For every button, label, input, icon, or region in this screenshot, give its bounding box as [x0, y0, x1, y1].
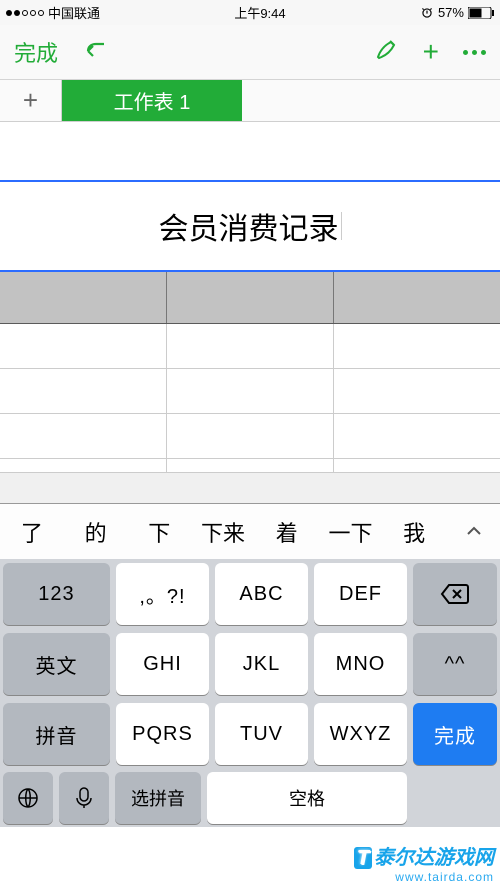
alarm-icon [420, 6, 434, 20]
key-english[interactable]: 英文 [3, 633, 110, 695]
key-wxyz[interactable]: WXYZ [314, 703, 407, 765]
keyboard-gap [0, 473, 500, 503]
ime-candidate[interactable]: 下 [127, 516, 191, 548]
table-row[interactable] [0, 324, 500, 369]
key-done[interactable]: 完成 [413, 703, 497, 765]
table-header-cell[interactable] [167, 272, 334, 323]
add-button[interactable]: + [423, 36, 439, 68]
key-caret[interactable]: ^^ [413, 633, 497, 695]
draw-tool-icon[interactable] [373, 37, 399, 68]
ime-expand-icon[interactable] [446, 504, 500, 559]
key-abc[interactable]: ABC [215, 563, 308, 625]
key-ghi[interactable]: GHI [116, 633, 209, 695]
carrier-label: 中国联通 [48, 3, 100, 22]
watermark-title: T泰尔达游戏网 [354, 841, 494, 870]
table-row[interactable] [0, 369, 500, 414]
undo-icon[interactable] [82, 37, 110, 68]
key-choose-pinyin[interactable]: 选拼音 [115, 772, 201, 824]
key-backspace-icon[interactable] [413, 563, 497, 625]
key-jkl[interactable]: JKL [215, 633, 308, 695]
ime-candidate-bar: 了 的 下 下来 着 一下 我 [0, 503, 500, 559]
sheet-tab-1[interactable]: 工作表 1 [62, 80, 242, 121]
add-sheet-button[interactable]: + [0, 80, 62, 121]
spreadsheet-area[interactable]: 会员消费记录 [0, 122, 500, 473]
key-space[interactable]: 空格 [207, 772, 407, 824]
ime-candidate[interactable]: 着 [255, 516, 319, 548]
signal-dots-icon [6, 10, 44, 16]
status-bar: 中国联通 上午9:44 57% [0, 0, 500, 25]
watermark-url: www.tairda.com [354, 870, 494, 884]
title-cell-text: 会员消费记录 [159, 204, 339, 248]
table-header-cell[interactable] [0, 272, 167, 323]
table-header-cell[interactable] [334, 272, 500, 323]
key-123[interactable]: 123 [3, 563, 110, 625]
key-pqrs[interactable]: PQRS [116, 703, 209, 765]
title-cell[interactable]: 会员消费记录 [0, 182, 500, 272]
ime-candidate[interactable]: 一下 [319, 516, 383, 548]
key-globe-icon[interactable] [3, 772, 53, 824]
table-header-row[interactable] [0, 272, 500, 324]
key-def[interactable]: DEF [314, 563, 407, 625]
keyboard: 123 ,。?! ABC DEF 英文 GHI JKL MNO 拼音 PQRS … [0, 559, 500, 827]
watermark: T泰尔达游戏网 www.tairda.com [354, 841, 494, 884]
ime-candidate[interactable]: 了 [0, 516, 64, 548]
more-menu-icon[interactable] [463, 50, 486, 55]
key-mno[interactable]: MNO [314, 633, 407, 695]
ime-candidate[interactable]: 下来 [191, 516, 255, 548]
document-toolbar: 完成 + [0, 25, 500, 80]
battery-pct-label: 57% [438, 5, 464, 20]
key-mic-icon[interactable] [59, 772, 109, 824]
table-row[interactable] [0, 414, 500, 459]
key-pinyin[interactable]: 拼音 [3, 703, 110, 765]
key-tuv[interactable]: TUV [215, 703, 308, 765]
ime-candidate[interactable]: 我 [382, 516, 446, 548]
battery-icon [468, 7, 494, 19]
sheet-tab-bar: + 工作表 1 [0, 80, 500, 122]
table-row[interactable] [0, 459, 500, 473]
ime-candidate[interactable]: 的 [64, 516, 128, 548]
key-punct[interactable]: ,。?! [116, 563, 209, 625]
done-button[interactable]: 完成 [14, 36, 58, 68]
clock-label: 上午9:44 [234, 3, 285, 22]
